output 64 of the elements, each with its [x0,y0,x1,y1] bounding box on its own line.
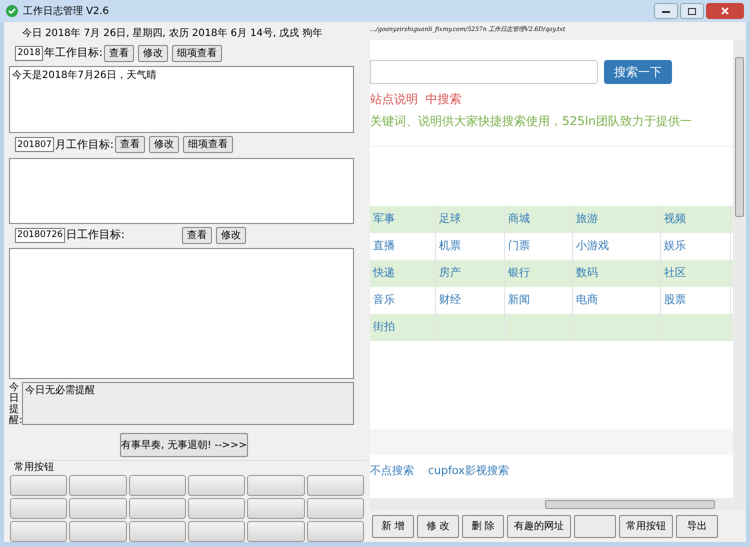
toolbar-button[interactable]: 修 改 [417,514,459,538]
site-heading: 站点说明 中搜索 [370,91,463,108]
blank-button[interactable] [247,498,305,520]
description-text: 关键词、说明供大家快捷搜索使用，525ln团队致力于提供一 [370,113,693,130]
goal-label: 月工作目标: [55,136,111,153]
blank-button[interactable] [128,475,186,496]
maximize-button[interactable] [680,3,704,19]
blank-button[interactable] [188,498,246,520]
goal-button[interactable]: 修改 [149,136,179,154]
blank-button[interactable] [69,498,127,520]
blank-button[interactable] [188,521,246,542]
period-field[interactable]: 20180726 [15,228,65,243]
blank-button[interactable] [69,521,127,542]
blank-button[interactable] [10,521,68,542]
goal-text-area[interactable] [9,158,354,224]
blank-button[interactable] [10,498,68,520]
search-field[interactable] [370,60,598,84]
minimize-icon [662,10,670,12]
period-field[interactable]: 201807 [15,137,54,152]
vertical-scrollbar[interactable] [733,40,746,498]
blank-button[interactable] [128,521,186,542]
close-button[interactable] [706,3,744,19]
goal-label: 年工作目标: [44,45,100,62]
goal-button[interactable]: 细项查看 [183,136,233,154]
goal-button[interactable]: 查看 [104,44,134,62]
goal-text-area[interactable] [9,248,354,380]
search-button[interactable]: 搜索一下 [604,60,672,84]
window-title: 工作日志管理 V2.6 [23,4,109,18]
maximize-icon [688,8,696,14]
blank-button[interactable] [306,498,364,520]
goal-button[interactable]: 查看 [182,226,212,244]
court-button[interactable]: 有事早奏, 无事退朝! -->>> [120,433,248,458]
goal-button[interactable]: 细项查看 [172,44,222,62]
blank-button[interactable] [247,521,305,542]
period-field[interactable]: 2018 [15,46,43,61]
blank-button[interactable] [306,521,364,542]
toolbar-button[interactable] [574,514,616,538]
date-text: 今日 2018年 7月 26日, 星期四, 农历 2018年 6月 14号, 戊戌 狗年 [21,26,324,41]
blank-button[interactable] [128,498,186,520]
goal-button[interactable]: 修改 [138,44,168,62]
goal-button[interactable]: 查看 [115,136,145,154]
horizontal-scrollbar[interactable] [370,498,746,510]
group-title: 常用按钮 [13,462,55,474]
check-icon [6,5,18,17]
toolbar-button[interactable]: 删 除 [462,514,504,538]
minimize-button[interactable] [654,3,678,19]
blank-button[interactable] [69,475,127,496]
goal-label: 日工作目标: [66,227,122,244]
goal-text-area[interactable]: 今天是2018年7月26日，天气晴 [9,66,354,134]
link[interactable]: cupfox影视搜索 [428,463,509,480]
close-icon [721,7,729,15]
toolbar-button[interactable]: 新 增 [372,514,414,538]
category-link[interactable]: 街拍 [370,314,436,341]
goal-button[interactable]: 修改 [216,226,246,244]
blank-button[interactable] [188,475,246,496]
blank-button[interactable] [306,475,364,496]
blank-button[interactable] [247,475,305,496]
toolbar-button[interactable]: 导出 [676,514,718,538]
link[interactable]: 不点搜索 [370,463,414,480]
toolbar-button[interactable]: 有趣的网址 [507,514,571,538]
blank-button[interactable] [10,475,68,496]
toolbar-button[interactable]: 常用按钮 [619,514,673,538]
reminder-label: 今日提醒: [9,382,19,426]
reminder-text-area[interactable]: 今日无必需提醒 [22,382,354,426]
